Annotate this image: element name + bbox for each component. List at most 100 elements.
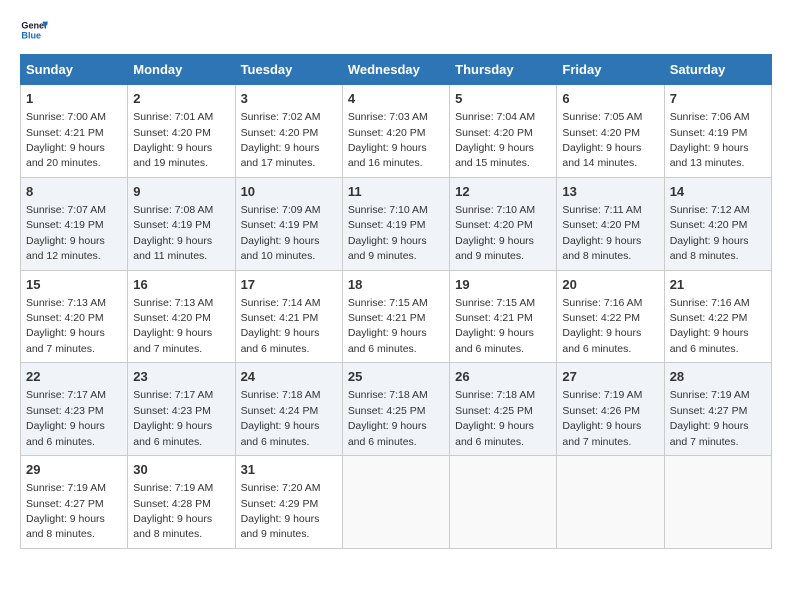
calendar-cell xyxy=(342,456,449,549)
svg-text:Blue: Blue xyxy=(21,30,41,40)
day-number: 6 xyxy=(562,90,658,108)
day-number: 26 xyxy=(455,368,551,386)
calendar-cell: 28 Sunrise: 7:19 AMSunset: 4:27 PMDaylig… xyxy=(664,363,771,456)
day-number: 3 xyxy=(241,90,337,108)
calendar-cell: 24 Sunrise: 7:18 AMSunset: 4:24 PMDaylig… xyxy=(235,363,342,456)
calendar-cell: 21 Sunrise: 7:16 AMSunset: 4:22 PMDaylig… xyxy=(664,270,771,363)
day-number: 17 xyxy=(241,276,337,294)
header-day-friday: Friday xyxy=(557,55,664,85)
cell-content: Sunrise: 7:12 AMSunset: 4:20 PMDaylight:… xyxy=(670,204,750,262)
day-number: 24 xyxy=(241,368,337,386)
cell-content: Sunrise: 7:17 AMSunset: 4:23 PMDaylight:… xyxy=(133,389,213,447)
day-number: 13 xyxy=(562,183,658,201)
cell-content: Sunrise: 7:13 AMSunset: 4:20 PMDaylight:… xyxy=(133,297,213,355)
day-number: 21 xyxy=(670,276,766,294)
calendar-cell: 11 Sunrise: 7:10 AMSunset: 4:19 PMDaylig… xyxy=(342,177,449,270)
calendar-cell xyxy=(450,456,557,549)
cell-content: Sunrise: 7:18 AMSunset: 4:25 PMDaylight:… xyxy=(348,389,428,447)
day-number: 29 xyxy=(26,461,122,479)
cell-content: Sunrise: 7:19 AMSunset: 4:28 PMDaylight:… xyxy=(133,482,213,540)
day-number: 7 xyxy=(670,90,766,108)
calendar-cell: 26 Sunrise: 7:18 AMSunset: 4:25 PMDaylig… xyxy=(450,363,557,456)
day-number: 28 xyxy=(670,368,766,386)
calendar-cell: 3 Sunrise: 7:02 AMSunset: 4:20 PMDayligh… xyxy=(235,85,342,178)
calendar-cell: 5 Sunrise: 7:04 AMSunset: 4:20 PMDayligh… xyxy=(450,85,557,178)
calendar-cell xyxy=(557,456,664,549)
cell-content: Sunrise: 7:19 AMSunset: 4:27 PMDaylight:… xyxy=(26,482,106,540)
day-number: 30 xyxy=(133,461,229,479)
cell-content: Sunrise: 7:18 AMSunset: 4:25 PMDaylight:… xyxy=(455,389,535,447)
calendar-cell: 8 Sunrise: 7:07 AMSunset: 4:19 PMDayligh… xyxy=(21,177,128,270)
day-number: 16 xyxy=(133,276,229,294)
calendar-cell: 4 Sunrise: 7:03 AMSunset: 4:20 PMDayligh… xyxy=(342,85,449,178)
header-day-monday: Monday xyxy=(128,55,235,85)
week-row-3: 15 Sunrise: 7:13 AMSunset: 4:20 PMDaylig… xyxy=(21,270,772,363)
cell-content: Sunrise: 7:19 AMSunset: 4:27 PMDaylight:… xyxy=(670,389,750,447)
calendar-cell: 23 Sunrise: 7:17 AMSunset: 4:23 PMDaylig… xyxy=(128,363,235,456)
header: General Blue xyxy=(20,16,772,44)
calendar-cell: 29 Sunrise: 7:19 AMSunset: 4:27 PMDaylig… xyxy=(21,456,128,549)
cell-content: Sunrise: 7:15 AMSunset: 4:21 PMDaylight:… xyxy=(348,297,428,355)
cell-content: Sunrise: 7:10 AMSunset: 4:20 PMDaylight:… xyxy=(455,204,535,262)
calendar-cell: 12 Sunrise: 7:10 AMSunset: 4:20 PMDaylig… xyxy=(450,177,557,270)
day-number: 5 xyxy=(455,90,551,108)
cell-content: Sunrise: 7:20 AMSunset: 4:29 PMDaylight:… xyxy=(241,482,321,540)
header-day-sunday: Sunday xyxy=(21,55,128,85)
logo: General Blue xyxy=(20,16,48,44)
calendar-table: SundayMondayTuesdayWednesdayThursdayFrid… xyxy=(20,54,772,549)
calendar-cell: 30 Sunrise: 7:19 AMSunset: 4:28 PMDaylig… xyxy=(128,456,235,549)
cell-content: Sunrise: 7:18 AMSunset: 4:24 PMDaylight:… xyxy=(241,389,321,447)
day-number: 1 xyxy=(26,90,122,108)
cell-content: Sunrise: 7:05 AMSunset: 4:20 PMDaylight:… xyxy=(562,111,642,169)
cell-content: Sunrise: 7:19 AMSunset: 4:26 PMDaylight:… xyxy=(562,389,642,447)
cell-content: Sunrise: 7:01 AMSunset: 4:20 PMDaylight:… xyxy=(133,111,213,169)
week-row-1: 1 Sunrise: 7:00 AMSunset: 4:21 PMDayligh… xyxy=(21,85,772,178)
calendar-cell: 31 Sunrise: 7:20 AMSunset: 4:29 PMDaylig… xyxy=(235,456,342,549)
calendar-cell: 27 Sunrise: 7:19 AMSunset: 4:26 PMDaylig… xyxy=(557,363,664,456)
cell-content: Sunrise: 7:14 AMSunset: 4:21 PMDaylight:… xyxy=(241,297,321,355)
cell-content: Sunrise: 7:03 AMSunset: 4:20 PMDaylight:… xyxy=(348,111,428,169)
day-number: 8 xyxy=(26,183,122,201)
day-number: 25 xyxy=(348,368,444,386)
cell-content: Sunrise: 7:13 AMSunset: 4:20 PMDaylight:… xyxy=(26,297,106,355)
header-day-wednesday: Wednesday xyxy=(342,55,449,85)
day-number: 20 xyxy=(562,276,658,294)
header-day-thursday: Thursday xyxy=(450,55,557,85)
week-row-4: 22 Sunrise: 7:17 AMSunset: 4:23 PMDaylig… xyxy=(21,363,772,456)
calendar-cell: 22 Sunrise: 7:17 AMSunset: 4:23 PMDaylig… xyxy=(21,363,128,456)
calendar-cell xyxy=(664,456,771,549)
calendar-cell: 2 Sunrise: 7:01 AMSunset: 4:20 PMDayligh… xyxy=(128,85,235,178)
header-row: SundayMondayTuesdayWednesdayThursdayFrid… xyxy=(21,55,772,85)
header-day-saturday: Saturday xyxy=(664,55,771,85)
day-number: 15 xyxy=(26,276,122,294)
calendar-cell: 6 Sunrise: 7:05 AMSunset: 4:20 PMDayligh… xyxy=(557,85,664,178)
calendar-cell: 10 Sunrise: 7:09 AMSunset: 4:19 PMDaylig… xyxy=(235,177,342,270)
cell-content: Sunrise: 7:00 AMSunset: 4:21 PMDaylight:… xyxy=(26,111,106,169)
cell-content: Sunrise: 7:16 AMSunset: 4:22 PMDaylight:… xyxy=(562,297,642,355)
day-number: 10 xyxy=(241,183,337,201)
day-number: 31 xyxy=(241,461,337,479)
calendar-cell: 20 Sunrise: 7:16 AMSunset: 4:22 PMDaylig… xyxy=(557,270,664,363)
calendar-cell: 16 Sunrise: 7:13 AMSunset: 4:20 PMDaylig… xyxy=(128,270,235,363)
calendar-cell: 25 Sunrise: 7:18 AMSunset: 4:25 PMDaylig… xyxy=(342,363,449,456)
calendar-cell: 13 Sunrise: 7:11 AMSunset: 4:20 PMDaylig… xyxy=(557,177,664,270)
day-number: 18 xyxy=(348,276,444,294)
day-number: 22 xyxy=(26,368,122,386)
calendar-cell: 15 Sunrise: 7:13 AMSunset: 4:20 PMDaylig… xyxy=(21,270,128,363)
day-number: 4 xyxy=(348,90,444,108)
cell-content: Sunrise: 7:08 AMSunset: 4:19 PMDaylight:… xyxy=(133,204,213,262)
cell-content: Sunrise: 7:09 AMSunset: 4:19 PMDaylight:… xyxy=(241,204,321,262)
cell-content: Sunrise: 7:15 AMSunset: 4:21 PMDaylight:… xyxy=(455,297,535,355)
calendar-cell: 7 Sunrise: 7:06 AMSunset: 4:19 PMDayligh… xyxy=(664,85,771,178)
day-number: 14 xyxy=(670,183,766,201)
day-number: 12 xyxy=(455,183,551,201)
logo-icon: General Blue xyxy=(20,16,48,44)
cell-content: Sunrise: 7:16 AMSunset: 4:22 PMDaylight:… xyxy=(670,297,750,355)
day-number: 19 xyxy=(455,276,551,294)
calendar-cell: 1 Sunrise: 7:00 AMSunset: 4:21 PMDayligh… xyxy=(21,85,128,178)
calendar-cell: 9 Sunrise: 7:08 AMSunset: 4:19 PMDayligh… xyxy=(128,177,235,270)
calendar-cell: 18 Sunrise: 7:15 AMSunset: 4:21 PMDaylig… xyxy=(342,270,449,363)
cell-content: Sunrise: 7:04 AMSunset: 4:20 PMDaylight:… xyxy=(455,111,535,169)
cell-content: Sunrise: 7:17 AMSunset: 4:23 PMDaylight:… xyxy=(26,389,106,447)
day-number: 2 xyxy=(133,90,229,108)
